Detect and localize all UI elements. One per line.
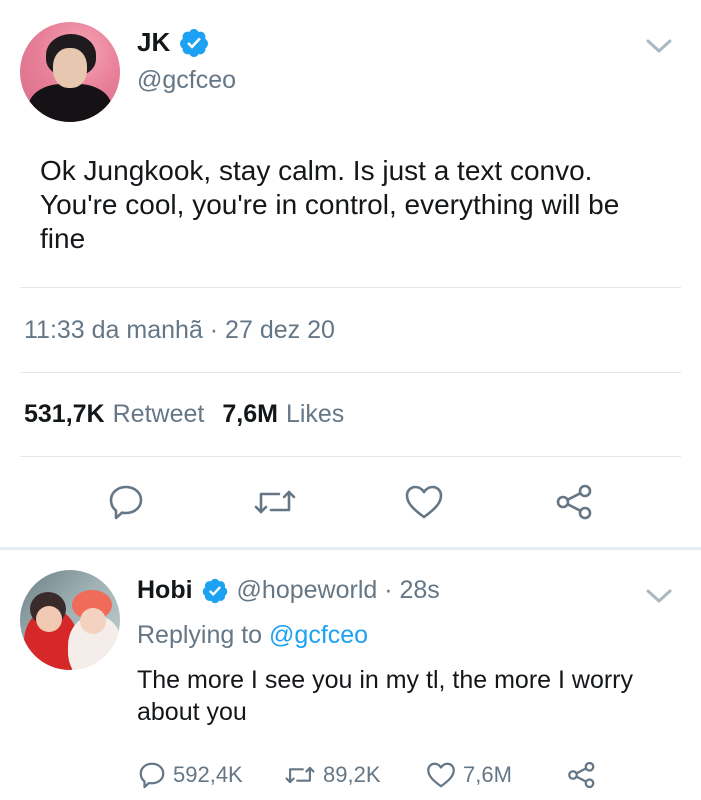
reply-like-button[interactable]: 7,6M [425, 760, 512, 790]
author-name[interactable]: JK [137, 27, 170, 58]
like-button[interactable] [402, 482, 446, 522]
reply-retweet-count: 89,2K [323, 762, 381, 787]
reply-icon [139, 762, 165, 789]
chevron-down-icon[interactable] [645, 586, 673, 606]
likes-label[interactable]: Likes [286, 400, 344, 429]
divider [20, 372, 681, 373]
retweet-icon [254, 490, 296, 514]
reply-header: Hobi @hopeworld · 28s [137, 576, 440, 605]
reply-text: The more I see you in my tl, the more I … [137, 666, 633, 726]
reply-retweet-button[interactable]: 89,2K [283, 760, 381, 790]
chevron-down-icon[interactable] [645, 36, 673, 56]
reply-author-name[interactable]: Hobi [137, 576, 193, 605]
replying-to-handle[interactable]: @gcfceo [269, 621, 368, 649]
retweet-button[interactable] [250, 482, 300, 522]
share-button[interactable] [553, 482, 597, 522]
section-separator [0, 547, 701, 550]
tweet-text: Ok Jungkook, stay calm. Is just a text c… [40, 155, 620, 254]
tweet-stats: 531,7K Retweet 7,6M Likes [24, 400, 344, 429]
share-icon [556, 484, 592, 520]
reply-like-count: 7,6M [463, 762, 512, 787]
like-icon [405, 485, 443, 519]
tweet-timestamp[interactable]: 11:33 da manhã · 27 dez 20 [24, 316, 335, 345]
reply-count: 592,4K [173, 762, 243, 787]
retweet-icon [285, 766, 315, 784]
reply-handle-time[interactable]: @hopeworld · 28s [237, 576, 440, 605]
author-handle[interactable]: @gcfceo [137, 66, 236, 95]
retweet-count[interactable]: 531,7K [24, 400, 105, 429]
like-icon [427, 762, 455, 788]
divider [20, 456, 681, 457]
reply-reply-button[interactable]: 592,4K [137, 760, 243, 790]
reply-icon [109, 485, 143, 520]
likes-count[interactable]: 7,6M [222, 400, 278, 429]
reply-share-button[interactable] [566, 760, 604, 790]
verified-badge-icon [201, 577, 229, 605]
verified-badge-icon [178, 27, 210, 59]
replying-to-prefix: Replying to [137, 621, 263, 649]
reply-author-avatar[interactable] [20, 570, 120, 670]
share-icon [568, 761, 595, 789]
replying-to: Replying to @gcfceo [137, 621, 368, 650]
reply-button[interactable] [104, 482, 148, 522]
retweet-label[interactable]: Retweet [113, 400, 205, 429]
divider [20, 287, 681, 288]
author-avatar[interactable] [20, 22, 120, 122]
